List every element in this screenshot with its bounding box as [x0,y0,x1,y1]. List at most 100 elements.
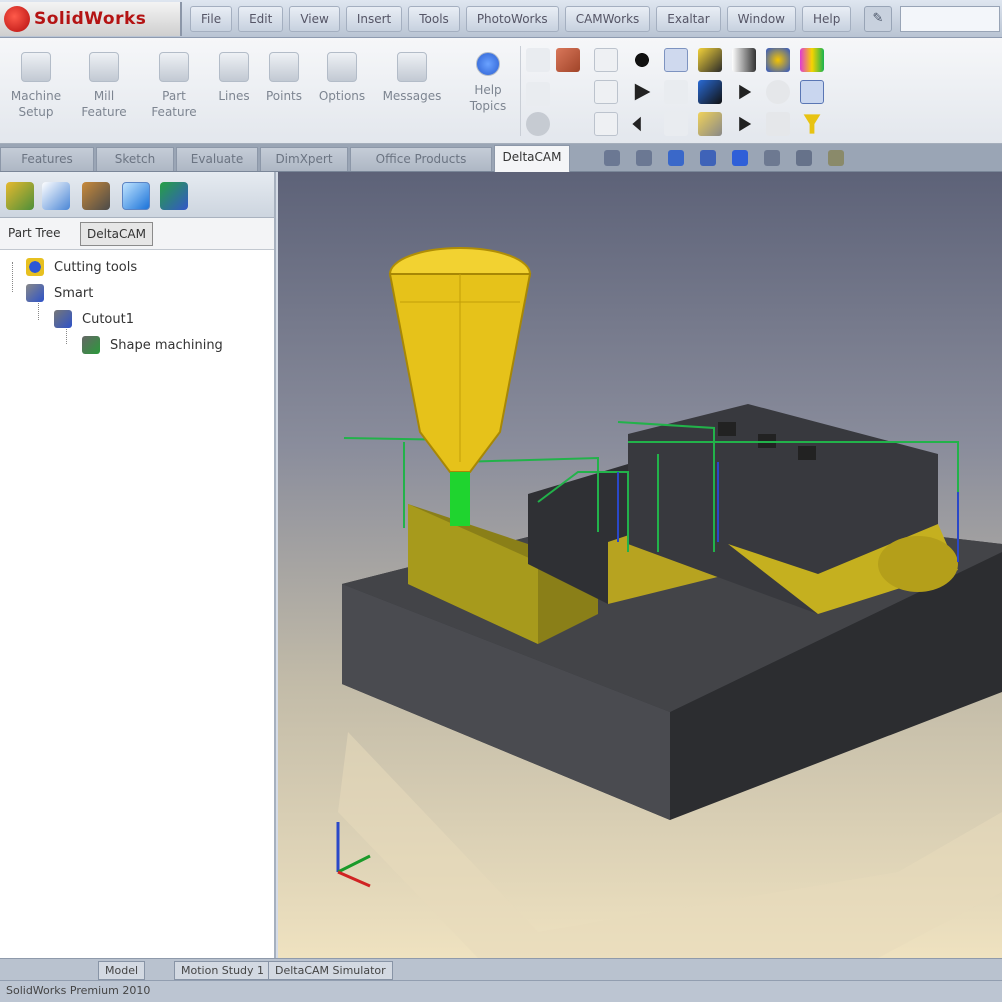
play-icon[interactable] [634,83,651,101]
tab-dimxpert[interactable]: DimXpert [260,147,348,171]
menu-help[interactable]: Help [801,6,852,32]
pin-icon[interactable]: ✎ [864,6,892,32]
panel-icon-bar [0,172,274,218]
tab-simulator[interactable]: DeltaCAM Simulator [268,961,393,980]
menu-edit[interactable]: Edit [238,6,284,32]
tab-motion-study[interactable]: Motion Study 1 [174,961,272,980]
scene-icon[interactable] [828,150,844,166]
deltacam-tree-icon[interactable] [122,182,150,210]
menu-file[interactable]: File [190,6,233,32]
menu-window[interactable]: Window [726,6,796,32]
path-view-icon[interactable] [698,80,722,104]
tool-view-icon[interactable] [698,48,722,72]
menu-photoworks[interactable]: PhotoWorks [465,6,559,32]
feature-manager-panel: Part Tree DeltaCAM Cutting tools Smart C… [0,172,276,958]
points-label: Points [265,89,303,103]
options-icon [327,52,357,82]
rotate-icon[interactable] [594,80,618,104]
menu-camworks[interactable]: CAMWorks [564,6,651,32]
tree-item-shape-machining[interactable]: Shape machining [82,334,223,356]
feature-tree-icon[interactable] [6,182,34,210]
cutout-icon [54,310,72,328]
toggle-tool-icon[interactable] [800,80,824,104]
view-toolbar [596,144,852,172]
dot-icon[interactable] [630,48,654,72]
z-axis [337,854,371,874]
search-box[interactable] [900,6,1000,32]
menu-bar: File Edit View Insert Tools PhotoWorks C… [190,4,857,34]
loop-icon[interactable] [664,112,688,136]
small-tool-icon[interactable] [526,48,550,72]
part-slot [798,446,816,460]
previous-view-icon[interactable] [668,150,684,166]
app-logo-text: SolidWorks [34,9,147,29]
bottom-tabs: Model Motion Study 1 DeltaCAM Simulator [0,958,1002,980]
tool-cutter [450,472,470,526]
options-button[interactable]: Options [310,48,374,136]
tree-item-cutout1[interactable]: Cutout1 [54,308,134,330]
messages-button[interactable]: Messages [380,48,444,136]
tab-model[interactable]: Model [98,961,146,980]
step-forward-icon[interactable] [664,48,688,72]
tree-item-label: Smart [54,285,94,301]
menu-view[interactable]: View [289,6,340,32]
shade-icon[interactable] [766,48,790,72]
split-icon[interactable] [732,48,756,72]
machine-setup-label: Machine Setup [10,89,62,119]
tab-deltacam[interactable]: DeltaCAM [494,145,570,172]
part-feature-label: Part Feature [151,89,197,119]
step-icon[interactable] [664,80,688,104]
grid-icon[interactable] [766,112,790,136]
machine-setup-button[interactable]: Machine Setup [4,48,68,136]
menu-insert[interactable]: Insert [345,6,403,32]
mill-feature-button[interactable]: Mill Feature [72,48,136,136]
subtab-deltacam[interactable]: DeltaCAM [80,222,153,246]
status-text: SolidWorks Premium 2010 [6,984,151,997]
view-orientation-icon[interactable] [732,150,748,166]
property-manager-icon[interactable] [42,182,70,210]
points-icon [269,52,299,82]
part-feature-button[interactable]: Part Feature [142,48,206,136]
gear-icon[interactable] [526,112,550,136]
zoom-fit-icon[interactable] [604,150,620,166]
messages-icon [397,52,427,82]
zoom-area-icon[interactable] [636,150,652,166]
graphics-area[interactable] [278,172,1002,958]
configuration-manager-icon[interactable] [82,182,110,210]
hide-show-icon[interactable] [796,150,812,166]
tree-item-cutting-tools[interactable]: Cutting tools [26,256,137,278]
circle-tool-icon[interactable] [594,48,618,72]
subtab-part-tree[interactable]: Part Tree [2,222,67,246]
help-icon [476,52,500,76]
display-manager-icon[interactable] [160,182,188,210]
sphere-icon[interactable] [766,80,790,104]
lines-icon [219,52,249,82]
filter-icon[interactable] [803,114,821,134]
tree-item-smart[interactable]: Smart [26,282,93,304]
display-style-icon[interactable] [764,150,780,166]
app-logo[interactable]: SolidWorks [0,2,182,36]
menu-exaltar[interactable]: Exaltar [656,6,721,32]
list-icon[interactable] [594,112,618,136]
tab-sketch[interactable]: Sketch [96,147,174,171]
brush-icon[interactable] [556,48,580,72]
x-axis [337,870,371,888]
panel-subtabs: Part Tree DeltaCAM [0,218,274,250]
rewind-icon[interactable] [632,116,641,132]
menu-tools[interactable]: Tools [408,6,460,32]
tab-features[interactable]: Features [0,147,94,171]
machine-setup-icon [21,52,51,82]
color-icon[interactable] [800,48,824,72]
next-icon[interactable] [739,84,752,100]
fast-forward-icon[interactable] [739,116,752,132]
tree-item-label: Cutout1 [82,311,134,327]
small-tool-icon[interactable] [526,82,550,106]
part-slot [718,422,736,436]
tab-office-products[interactable]: Office Products [350,147,492,171]
lines-label: Lines [218,89,250,103]
section-view-icon[interactable] [700,150,716,166]
help-topics-button[interactable]: Help Topics [456,48,520,136]
tab-evaluate[interactable]: Evaluate [176,147,258,171]
points-button[interactable]: Points [252,48,316,136]
stock-view-icon[interactable] [698,112,722,136]
